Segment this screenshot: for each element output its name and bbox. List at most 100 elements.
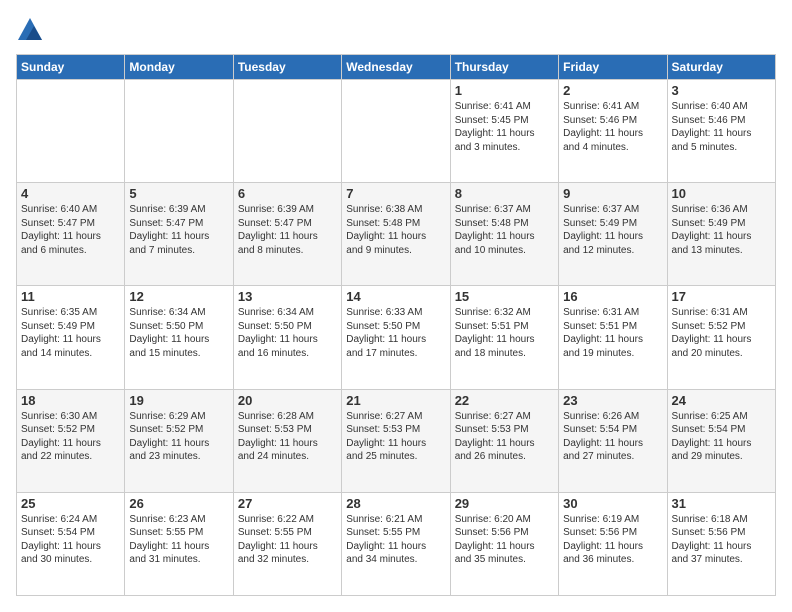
day-cell: 22Sunrise: 6:27 AM Sunset: 5:53 PM Dayli… xyxy=(450,389,558,492)
day-number: 26 xyxy=(129,496,228,511)
day-cell: 6Sunrise: 6:39 AM Sunset: 5:47 PM Daylig… xyxy=(233,183,341,286)
logo xyxy=(16,16,48,44)
day-number: 2 xyxy=(563,83,662,98)
day-number: 27 xyxy=(238,496,337,511)
day-info: Sunrise: 6:40 AM Sunset: 5:46 PM Dayligh… xyxy=(672,100,771,154)
day-number: 4 xyxy=(21,186,120,201)
col-header-monday: Monday xyxy=(125,55,233,80)
day-number: 16 xyxy=(563,289,662,304)
week-row-1: 4 Sunrise: 6:40 AM Sunset: 5:47 PM Daylig… xyxy=(17,183,776,286)
calendar-table: SundayMondayTuesdayWednesdayThursdayFrid… xyxy=(16,54,776,596)
day-cell: 2 Sunrise: 6:41 AM Sunset: 5:46 PM Daylig… xyxy=(559,80,667,183)
day-cell xyxy=(17,80,125,183)
day-number: 14 xyxy=(346,289,445,304)
day-cell: 8Sunrise: 6:37 AM Sunset: 5:48 PM Daylig… xyxy=(450,183,558,286)
calendar-header: SundayMondayTuesdayWednesdayThursdayFrid… xyxy=(17,55,776,80)
col-header-friday: Friday xyxy=(559,55,667,80)
day-cell: 18 Sunrise: 6:30 AM Sunset: 5:52 PM Dayli… xyxy=(17,389,125,492)
day-number: 12 xyxy=(129,289,228,304)
day-info: Sunrise: 6:20 AM Sunset: 5:56 PM Dayligh… xyxy=(455,513,554,567)
day-number: 6 xyxy=(238,186,337,201)
day-info: Sunrise: 6:41 AM Sunset: 5:45 PM Dayligh… xyxy=(455,100,554,154)
day-cell xyxy=(233,80,341,183)
day-number: 25 xyxy=(21,496,120,511)
day-info: Sunrise: 6:31 AM Sunset: 5:52 PM Dayligh… xyxy=(672,306,771,360)
day-cell: 4 Sunrise: 6:40 AM Sunset: 5:47 PM Daylig… xyxy=(17,183,125,286)
day-cell: 12 Sunrise: 6:34 AM Sunset: 5:50 PM Dayli… xyxy=(125,286,233,389)
header xyxy=(16,16,776,44)
day-cell: 1 Sunrise: 6:41 AM Sunset: 5:45 PM Daylig… xyxy=(450,80,558,183)
day-cell: 5Sunrise: 6:39 AM Sunset: 5:47 PM Daylig… xyxy=(125,183,233,286)
day-cell: 10Sunrise: 6:36 AM Sunset: 5:49 PM Dayli… xyxy=(667,183,775,286)
day-number: 7 xyxy=(346,186,445,201)
week-row-0: 1 Sunrise: 6:41 AM Sunset: 5:45 PM Daylig… xyxy=(17,80,776,183)
day-cell xyxy=(125,80,233,183)
day-cell: 25 Sunrise: 6:24 AM Sunset: 5:54 PM Dayli… xyxy=(17,492,125,595)
day-cell: 11 Sunrise: 6:35 AM Sunset: 5:49 PM Dayli… xyxy=(17,286,125,389)
header-row: SundayMondayTuesdayWednesdayThursdayFrid… xyxy=(17,55,776,80)
day-cell xyxy=(342,80,450,183)
week-row-3: 18 Sunrise: 6:30 AM Sunset: 5:52 PM Dayli… xyxy=(17,389,776,492)
day-cell: 13Sunrise: 6:34 AM Sunset: 5:50 PM Dayli… xyxy=(233,286,341,389)
day-cell: 30Sunrise: 6:19 AM Sunset: 5:56 PM Dayli… xyxy=(559,492,667,595)
day-cell: 24 Sunrise: 6:25 AM Sunset: 5:54 PM Dayli… xyxy=(667,389,775,492)
day-info: Sunrise: 6:21 AM Sunset: 5:55 PM Dayligh… xyxy=(346,513,445,567)
day-info: Sunrise: 6:32 AM Sunset: 5:51 PM Dayligh… xyxy=(455,306,554,360)
day-info: Sunrise: 6:37 AM Sunset: 5:48 PM Dayligh… xyxy=(455,203,554,257)
calendar-body: 1 Sunrise: 6:41 AM Sunset: 5:45 PM Daylig… xyxy=(17,80,776,596)
day-number: 19 xyxy=(129,393,228,408)
day-number: 23 xyxy=(563,393,662,408)
col-header-wednesday: Wednesday xyxy=(342,55,450,80)
day-number: 9 xyxy=(563,186,662,201)
day-number: 31 xyxy=(672,496,771,511)
day-cell: 19 Sunrise: 6:29 AM Sunset: 5:52 PM Dayli… xyxy=(125,389,233,492)
day-cell: 14 Sunrise: 6:33 AM Sunset: 5:50 PM Dayli… xyxy=(342,286,450,389)
day-info: Sunrise: 6:30 AM Sunset: 5:52 PM Dayligh… xyxy=(21,410,120,464)
day-info: Sunrise: 6:33 AM Sunset: 5:50 PM Dayligh… xyxy=(346,306,445,360)
day-info: Sunrise: 6:22 AM Sunset: 5:55 PM Dayligh… xyxy=(238,513,337,567)
day-info: Sunrise: 6:34 AM Sunset: 5:50 PM Dayligh… xyxy=(129,306,228,360)
day-info: Sunrise: 6:41 AM Sunset: 5:46 PM Dayligh… xyxy=(563,100,662,154)
day-cell: 3Sunrise: 6:40 AM Sunset: 5:46 PM Daylig… xyxy=(667,80,775,183)
day-number: 1 xyxy=(455,83,554,98)
day-info: Sunrise: 6:24 AM Sunset: 5:54 PM Dayligh… xyxy=(21,513,120,567)
day-info: Sunrise: 6:26 AM Sunset: 5:54 PM Dayligh… xyxy=(563,410,662,464)
col-header-tuesday: Tuesday xyxy=(233,55,341,80)
day-info: Sunrise: 6:28 AM Sunset: 5:53 PM Dayligh… xyxy=(238,410,337,464)
day-cell: 28Sunrise: 6:21 AM Sunset: 5:55 PM Dayli… xyxy=(342,492,450,595)
col-header-saturday: Saturday xyxy=(667,55,775,80)
day-number: 18 xyxy=(21,393,120,408)
day-cell: 21Sunrise: 6:27 AM Sunset: 5:53 PM Dayli… xyxy=(342,389,450,492)
day-info: Sunrise: 6:37 AM Sunset: 5:49 PM Dayligh… xyxy=(563,203,662,257)
day-number: 11 xyxy=(21,289,120,304)
day-number: 5 xyxy=(129,186,228,201)
day-cell: 15Sunrise: 6:32 AM Sunset: 5:51 PM Dayli… xyxy=(450,286,558,389)
week-row-2: 11 Sunrise: 6:35 AM Sunset: 5:49 PM Dayli… xyxy=(17,286,776,389)
day-cell: 27 Sunrise: 6:22 AM Sunset: 5:55 PM Dayli… xyxy=(233,492,341,595)
day-cell: 20 Sunrise: 6:28 AM Sunset: 5:53 PM Dayli… xyxy=(233,389,341,492)
logo-icon xyxy=(16,16,44,44)
day-number: 21 xyxy=(346,393,445,408)
day-info: Sunrise: 6:25 AM Sunset: 5:54 PM Dayligh… xyxy=(672,410,771,464)
day-info: Sunrise: 6:27 AM Sunset: 5:53 PM Dayligh… xyxy=(455,410,554,464)
day-number: 24 xyxy=(672,393,771,408)
day-info: Sunrise: 6:18 AM Sunset: 5:56 PM Dayligh… xyxy=(672,513,771,567)
day-number: 29 xyxy=(455,496,554,511)
day-cell: 7 Sunrise: 6:38 AM Sunset: 5:48 PM Daylig… xyxy=(342,183,450,286)
day-info: Sunrise: 6:36 AM Sunset: 5:49 PM Dayligh… xyxy=(672,203,771,257)
page: SundayMondayTuesdayWednesdayThursdayFrid… xyxy=(0,0,792,612)
day-info: Sunrise: 6:29 AM Sunset: 5:52 PM Dayligh… xyxy=(129,410,228,464)
day-cell: 26Sunrise: 6:23 AM Sunset: 5:55 PM Dayli… xyxy=(125,492,233,595)
day-number: 17 xyxy=(672,289,771,304)
day-info: Sunrise: 6:35 AM Sunset: 5:49 PM Dayligh… xyxy=(21,306,120,360)
col-header-thursday: Thursday xyxy=(450,55,558,80)
day-cell: 17 Sunrise: 6:31 AM Sunset: 5:52 PM Dayli… xyxy=(667,286,775,389)
day-cell: 16Sunrise: 6:31 AM Sunset: 5:51 PM Dayli… xyxy=(559,286,667,389)
day-cell: 31 Sunrise: 6:18 AM Sunset: 5:56 PM Dayli… xyxy=(667,492,775,595)
day-info: Sunrise: 6:38 AM Sunset: 5:48 PM Dayligh… xyxy=(346,203,445,257)
day-info: Sunrise: 6:40 AM Sunset: 5:47 PM Dayligh… xyxy=(21,203,120,257)
day-number: 20 xyxy=(238,393,337,408)
week-row-4: 25 Sunrise: 6:24 AM Sunset: 5:54 PM Dayli… xyxy=(17,492,776,595)
day-info: Sunrise: 6:19 AM Sunset: 5:56 PM Dayligh… xyxy=(563,513,662,567)
day-info: Sunrise: 6:34 AM Sunset: 5:50 PM Dayligh… xyxy=(238,306,337,360)
